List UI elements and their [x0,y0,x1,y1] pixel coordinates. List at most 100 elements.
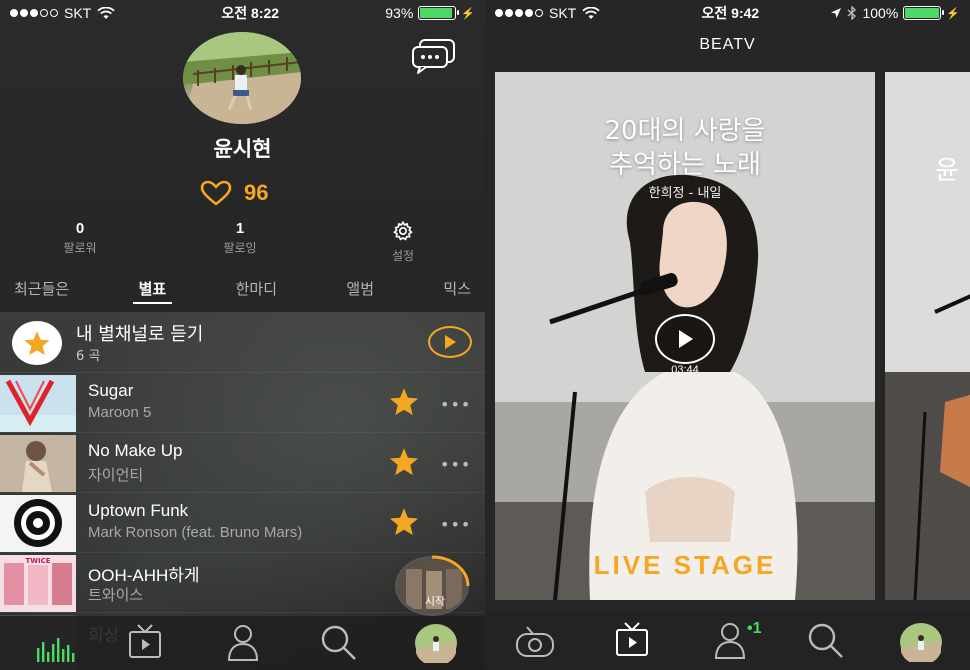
wifi-icon [97,6,115,19]
album-art [0,435,76,492]
signal-icon [495,9,543,17]
status-time: 오전 9:42 [701,5,760,21]
bottom-nav: •1 [485,610,970,670]
song-row[interactable]: No Make Up 자이언티 ••• [0,432,485,492]
status-bar: SKT 오전 9:42 100% ⚡ [485,0,970,26]
play-icon [445,335,456,349]
tab-mix[interactable]: 믹스 [437,266,477,312]
tab-albums[interactable]: 앨범 [340,266,380,312]
status-left: SKT [495,5,600,21]
status-right: 100% ⚡ [830,5,960,21]
notification-badge: •1 [747,620,762,637]
video-title: 20대의 사랑을 추억하는 노래 [495,114,875,182]
my-avatar-icon[interactable] [414,623,458,663]
song-row[interactable]: Uptown Funk Mark Ronson (feat. Bruno Mar… [0,492,485,552]
equalizer-icon[interactable] [36,634,76,662]
following-label: 팔로잉 [223,241,257,255]
song-artist: 트와이스 [88,587,144,604]
video-title-line-2: 추억하는 노래 [609,150,761,180]
following-stat[interactable]: 1 팔로잉 [190,220,290,256]
location-arrow-icon [831,8,842,18]
charging-icon: ⚡ [461,7,475,20]
star-channel-row[interactable]: 내 별채널로 듣기 6 곡 [0,312,485,372]
song-artist: Mark Ronson (feat. Bruno Mars) [88,524,303,541]
profile-avatar[interactable] [183,32,301,124]
person-icon[interactable] [226,624,260,662]
followers-count: 0 [75,220,85,237]
battery-percent: 100% [862,5,899,21]
left-phone-screen: SKT 오전 8:22 93% ⚡ 윤시현 96 0 팔로워 1 팔로잉 설정 … [0,0,485,670]
starred-toggle[interactable] [388,447,420,481]
likes-count: 96 [244,180,269,205]
tab-starred[interactable]: 별표 [132,266,173,312]
more-options-icon[interactable]: ••• [440,515,471,534]
bottom-nav [0,616,485,670]
settings-button[interactable]: 설정 [353,220,453,264]
video-title-line-1: 20대의 사랑을 [604,116,766,146]
signal-icon [10,9,58,17]
song-title: Sugar [88,381,134,400]
avatar-image [183,32,301,124]
carrier-label: SKT [64,5,92,21]
video-duration: 03:44 [671,364,699,376]
tab-comments[interactable]: 한마디 [230,266,283,312]
more-options-icon[interactable]: ••• [440,395,471,414]
status-bar: SKT 오전 8:22 93% ⚡ [0,0,485,26]
next-video-card[interactable]: 윤 [885,72,970,600]
more-options-icon[interactable]: ••• [440,455,471,474]
chat-button[interactable] [410,38,458,74]
album-art [0,375,76,432]
live-stage-logo: LIVE STAGE [593,550,777,580]
next-video-title: 윤 [935,156,959,186]
settings-label: 설정 [391,249,415,263]
battery-percent: 93% [385,5,414,21]
likes[interactable]: 96 [200,180,268,206]
battery-fill [905,8,940,18]
chat-bubbles-icon [412,39,455,74]
wifi-icon [582,6,600,19]
tv-icon[interactable] [128,624,162,660]
tv-icon[interactable] [615,622,649,658]
song-artist: 자이언티 [88,467,144,484]
tab-recent[interactable]: 최근들은 [8,266,75,312]
page-title: BEATV [699,36,756,53]
gear-icon [393,220,413,241]
play-icon [679,330,693,348]
profile-name: 윤시현 [213,137,272,161]
status-left: SKT [10,5,115,21]
my-avatar-icon[interactable] [899,622,943,662]
play-channel-button[interactable] [428,326,472,358]
heart-icon [200,180,232,206]
star-channel-count: 6 곡 [76,349,101,364]
battery-icon [418,6,460,20]
bluetooth-icon [848,6,857,20]
video-card[interactable]: 20대의 사랑을 추억하는 노래 한희정 - 내일 03:44 LIVE STA… [495,72,875,600]
charging-icon: ⚡ [946,7,960,20]
starred-toggle[interactable] [388,387,420,421]
battery-fill [420,8,452,18]
video-play-button[interactable] [655,314,715,364]
song-row[interactable]: Sugar Maroon 5 ••• [0,372,485,432]
song-title: OOH-AHH하게 [88,566,200,585]
album-art [0,495,76,552]
star-icon [389,448,419,476]
profile-tabs: 최근들은 별표 한마디 앨범 믹스 [0,266,485,312]
search-icon[interactable] [320,624,358,662]
song-title: No Make Up [88,441,183,460]
album-art: TWICE [0,555,76,612]
video-subtitle: 한희정 - 내일 [648,186,722,201]
playback-progress-ring [431,555,470,587]
followers-stat[interactable]: 0 팔로워 [30,220,130,256]
star-icon [389,388,419,416]
starred-toggle[interactable] [388,507,420,541]
person-icon[interactable] [713,622,747,660]
status-right: 93% ⚡ [385,5,475,21]
radio-icon[interactable] [515,626,555,658]
song-title: Uptown Funk [88,501,189,520]
following-count: 1 [235,220,245,237]
search-icon[interactable] [807,622,845,660]
status-time: 오전 8:22 [221,5,280,21]
star-icon [24,330,50,355]
star-channel-title: 내 별채널로 듣기 [76,324,204,345]
carrier-label: SKT [549,5,577,21]
